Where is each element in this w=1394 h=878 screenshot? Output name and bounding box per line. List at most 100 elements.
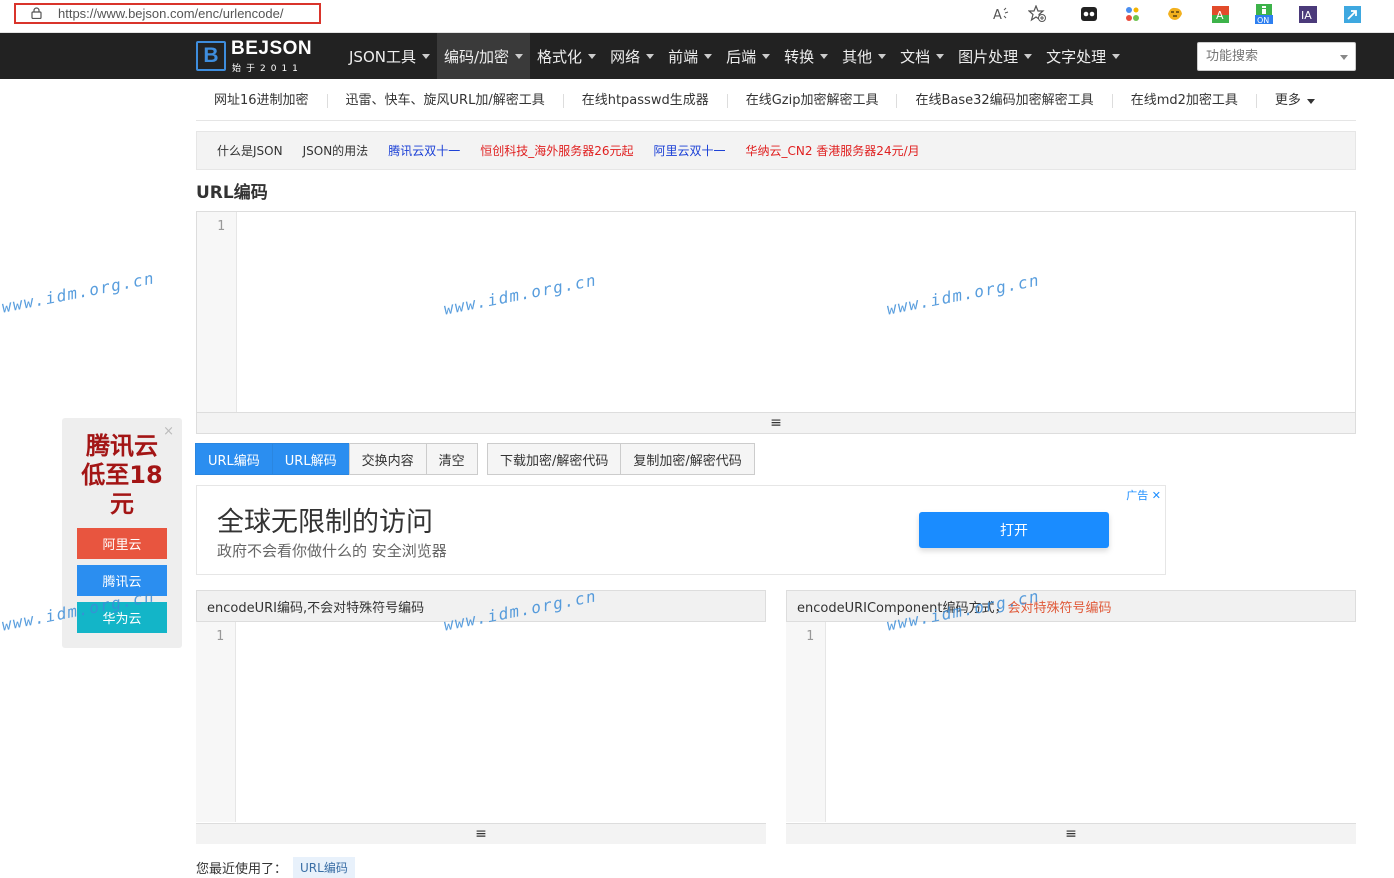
address-bar[interactable]: https://www.bejson.com/enc/urlencode/: [14, 3, 321, 24]
address-url: https://www.bejson.com/enc/urlencode/: [58, 6, 284, 21]
caret-down-icon: [762, 53, 771, 59]
action-button[interactable]: 清空: [425, 443, 478, 475]
extension-a-icon[interactable]: A: [1211, 5, 1229, 23]
aliyun-button[interactable]: 阿里云: [77, 528, 167, 559]
hamburger-icon: ≡: [475, 826, 487, 842]
nav-item[interactable]: 编码/加密: [436, 33, 531, 79]
panel-header: encodeURIComponent编码方式， 会对特殊符号编码: [787, 591, 1355, 622]
subnav-link[interactable]: 更多: [1257, 92, 1333, 108]
action-button[interactable]: 下载加密/解密代码: [487, 443, 622, 475]
extension-dots-icon[interactable]: [1080, 5, 1098, 23]
subnav-link[interactable]: 在线Base32编码加密解密工具: [897, 92, 1113, 108]
action-button[interactable]: 交换内容: [348, 443, 427, 475]
action-button[interactable]: URL解码: [271, 443, 350, 475]
info-link[interactable]: 恒创科技_海外服务器26元起: [480, 142, 633, 159]
subnav-link[interactable]: 网址16进制加密: [196, 93, 328, 108]
browser-toolbar: https://www.bejson.com/enc/urlencode/ A …: [0, 0, 1394, 33]
extension-tiger-icon[interactable]: [1166, 5, 1184, 23]
nav-item[interactable]: 格式化: [530, 33, 603, 79]
subnav-link[interactable]: 在线htpasswd生成器: [564, 92, 728, 108]
subnav-link[interactable]: 在线md2加密工具: [1113, 93, 1257, 108]
hamburger-icon: ≡: [770, 415, 782, 431]
main-input-editor[interactable]: 1 ≡: [196, 211, 1356, 434]
info-link[interactable]: 什么是JSON: [217, 142, 283, 159]
line-gutter: 1: [196, 622, 236, 822]
nav-item-label: 编码/加密: [443, 47, 510, 66]
watermark: www.idm.org.cn: [0, 268, 157, 317]
caret-down-icon: [878, 53, 887, 59]
feature-search-input[interactable]: [1198, 43, 1328, 70]
logo-slogan: 始于2011: [232, 64, 303, 74]
encodeuri-output-editor[interactable]: 1 ≡: [196, 622, 766, 844]
ad-banner[interactable]: 全球无限制的访问 政府不会看你做什么的 安全浏览器 打开 广告 ✕: [196, 485, 1166, 575]
caret-down-icon: [1024, 53, 1033, 59]
resize-handle[interactable]: ≡: [196, 823, 766, 844]
logo-mark[interactable]: B: [196, 41, 226, 71]
subnav-link[interactable]: 在线Gzip加密解密工具: [728, 92, 898, 108]
site-navbar: B BEJSON 始于2011 JSON工具 编码/加密 格式化 网络 前端 后端 转换 其他…: [0, 33, 1394, 79]
feature-search[interactable]: [1197, 42, 1356, 71]
logo-name[interactable]: BEJSON: [231, 38, 312, 60]
line-gutter: 1: [786, 622, 826, 822]
action-button[interactable]: URL编码: [195, 443, 273, 475]
extension-colorful-icon[interactable]: [1123, 5, 1141, 23]
hamburger-icon: ≡: [1065, 826, 1077, 842]
caret-down-icon: [588, 53, 597, 59]
sub-navigation: 网址16进制加密 迅雷、快车、旋风URL加/解密工具 在线htpasswd生成器 在线…: [196, 81, 1356, 121]
lock-icon: [31, 7, 42, 19]
extension-ia-icon[interactable]: IA: [1299, 5, 1317, 23]
float-ad-line: 元: [110, 490, 134, 518]
nav-item[interactable]: 前端: [661, 33, 719, 79]
recent-used: 您最近使用了： URL编码: [196, 857, 355, 878]
caret-down-icon: [421, 53, 430, 59]
nav-item[interactable]: 文档: [893, 33, 951, 79]
svg-text:ON: ON: [1257, 16, 1269, 24]
nav-item[interactable]: 其他: [835, 33, 893, 79]
info-links-bar: 什么是JSON JSON的用法 腾讯云双十一 恒创科技_海外服务器26元起 阿里云双十一…: [196, 131, 1356, 170]
resize-handle[interactable]: ≡: [197, 412, 1355, 433]
subnav-link[interactable]: 迅雷、快车、旋风URL加/解密工具: [328, 92, 564, 108]
encodeuricomponent-output-editor[interactable]: 1 ≡: [786, 622, 1356, 844]
ad-open-button[interactable]: 打开: [919, 512, 1109, 548]
action-button-group: URL编码 URL解码 交换内容 清空: [195, 443, 478, 475]
subnav-link-label: 在线htpasswd生成器: [581, 92, 709, 108]
nav-item-label: 转换: [784, 47, 815, 66]
caret-down-icon: [704, 53, 713, 59]
nav-item[interactable]: 转换: [777, 33, 835, 79]
main-menu: JSON工具 编码/加密 格式化 网络 前端 后端 转换 其他 文档 图片处理 文字处理: [342, 33, 1127, 79]
panel-title: encodeURI编码,不会对特殊符号编码: [207, 600, 425, 616]
nav-item-label: 前端: [668, 47, 699, 66]
chevron-down-icon[interactable]: [1340, 55, 1348, 60]
nav-item[interactable]: 后端: [719, 33, 777, 79]
nav-item-label: 网络: [610, 47, 641, 66]
info-link[interactable]: 腾讯云双十一: [388, 142, 460, 159]
nav-item[interactable]: 网络: [603, 33, 661, 79]
recent-item-tag[interactable]: URL编码: [293, 857, 355, 878]
caret-down-icon: [1112, 53, 1121, 59]
caret-down-icon: [820, 53, 829, 59]
extension-on-icon[interactable]: ON: [1255, 4, 1273, 24]
nav-item[interactable]: 图片处理: [951, 33, 1039, 79]
caret-down-icon: [515, 53, 524, 59]
subnav-link-label: 更多: [1274, 92, 1301, 108]
favorites-icon[interactable]: [1028, 5, 1046, 23]
nav-item-label: 后端: [726, 47, 757, 66]
extension-arrow-icon[interactable]: [1343, 5, 1361, 23]
read-aloud-icon[interactable]: A: [992, 5, 1010, 23]
svg-text:A: A: [993, 8, 1002, 22]
subnav-link-label: 迅雷、快车、旋风URL加/解密工具: [345, 92, 545, 108]
line-gutter: 1: [197, 212, 237, 412]
recent-label: 您最近使用了：: [196, 862, 288, 877]
info-link[interactable]: 华纳云_CN2 香港服务器24元/月: [746, 142, 920, 159]
svg-text:IA: IA: [1301, 9, 1312, 22]
subnav-link-label: 在线Gzip加密解密工具: [745, 92, 879, 108]
info-link[interactable]: 阿里云双十一: [653, 142, 725, 159]
nav-item[interactable]: JSON工具: [342, 33, 437, 79]
action-button[interactable]: 复制加密/解密代码: [620, 443, 755, 475]
resize-handle[interactable]: ≡: [786, 823, 1356, 844]
line-number: 1: [217, 219, 225, 234]
info-link[interactable]: JSON的用法: [303, 142, 369, 159]
subnav-link-label: 在线Base32编码加密解密工具: [915, 92, 1094, 108]
ad-close-tag[interactable]: 广告 ✕: [1126, 487, 1161, 503]
nav-item[interactable]: 文字处理: [1039, 33, 1127, 79]
